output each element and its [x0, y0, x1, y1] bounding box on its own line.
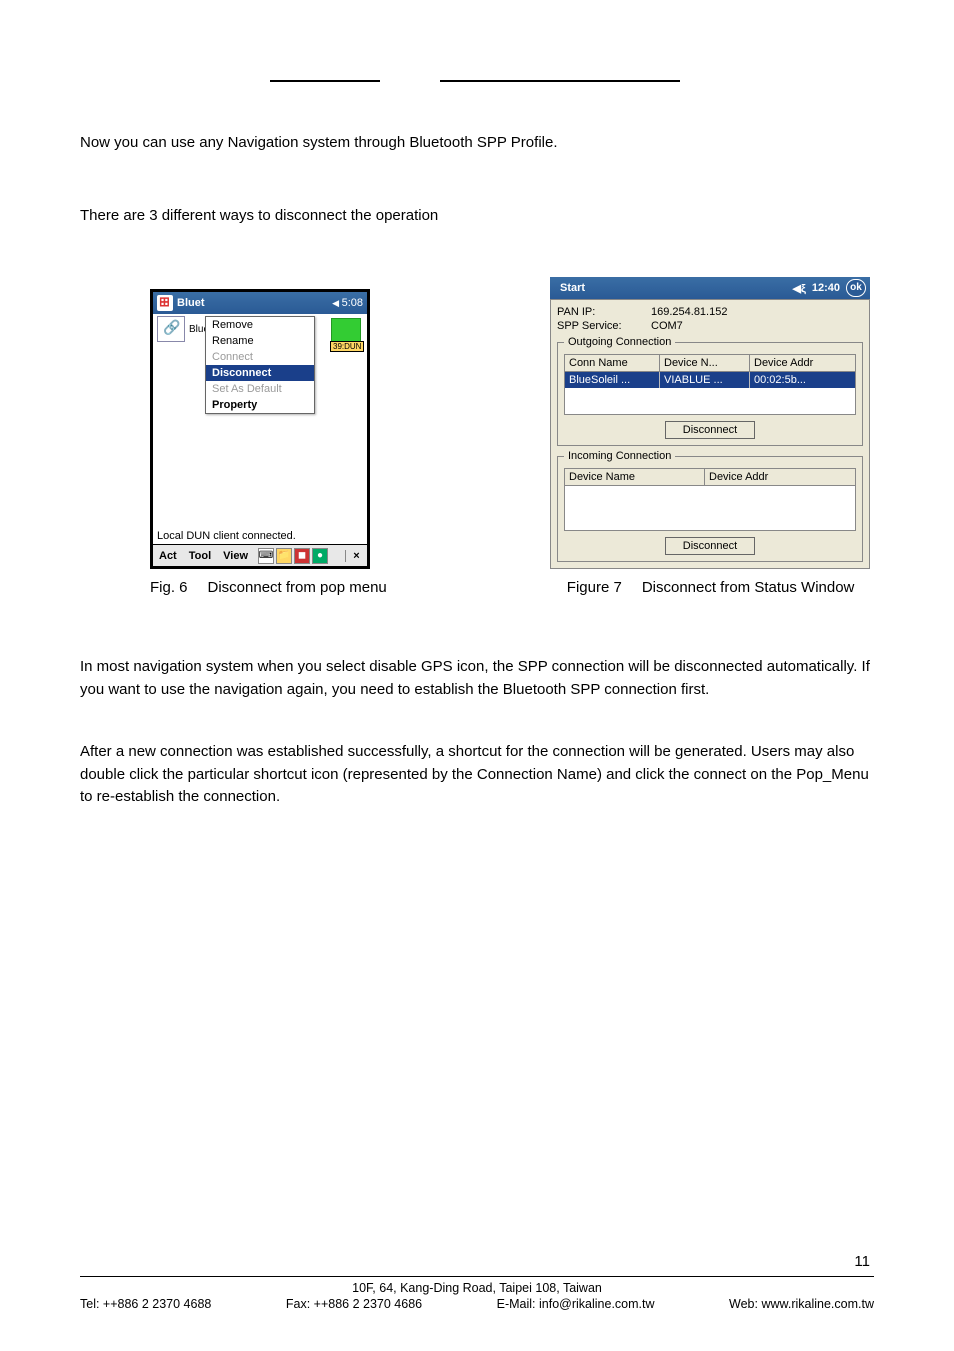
captions-row: Fig. 6 Disconnect from pop menu Figure 7…	[150, 579, 874, 596]
menu-disconnect[interactable]: Disconnect	[206, 365, 314, 381]
bottombar-fig6: Act Tool View ⌨ 📁 ◼ ● ×	[153, 544, 367, 566]
out-td-conn: BlueSoleil ...	[565, 372, 660, 388]
windows-flag-icon	[157, 295, 173, 311]
menu-property[interactable]: Property	[206, 397, 314, 413]
header-rules	[270, 80, 874, 82]
fig7-caption: Disconnect from Status Window	[642, 579, 855, 596]
status-line-fig6: Local DUN client connected.	[157, 530, 296, 542]
incoming-fieldset: Incoming Connection Device Name Device A…	[557, 450, 863, 562]
ok-button[interactable]: ok	[846, 279, 866, 297]
menu-remove[interactable]: Remove	[206, 317, 314, 333]
incoming-legend: Incoming Connection	[564, 450, 675, 462]
status-window-fig7: Start ◀ξ 12:40 ok PAN IP: 169.254.81.152…	[550, 277, 870, 569]
ppc-device-fig6: Bluet 5:08 BlueSoleil 39:DUN Remove	[150, 289, 370, 569]
menu-view[interactable]: View	[217, 550, 254, 562]
rule-short	[270, 80, 380, 82]
pan-ip-value: 169.254.81.152	[651, 306, 727, 318]
incoming-tbody-empty	[565, 486, 855, 530]
rule-long	[440, 80, 680, 82]
menu-rename[interactable]: Rename	[206, 333, 314, 349]
figures-row: Bluet 5:08 BlueSoleil 39:DUN Remove	[150, 277, 874, 569]
incoming-table: Device Name Device Addr	[564, 468, 856, 531]
bluesoleil-shortcut-icon[interactable]	[157, 316, 185, 342]
paragraph-3: In most navigation system when you selec…	[80, 656, 874, 701]
dun-service-label: 39:DUN	[330, 341, 364, 352]
tray-icon-3[interactable]: ◼	[294, 548, 310, 564]
menu-tool[interactable]: Tool	[183, 550, 217, 562]
context-menu: Remove Rename Connect Disconnect Set As …	[205, 316, 315, 414]
paragraph-2: There are 3 different ways to disconnect…	[80, 205, 874, 228]
out-td-devaddr: 00:02:5b...	[750, 372, 850, 388]
page-number: 11	[80, 1253, 874, 1270]
tray-icons: ⌨ 📁 ◼ ●	[258, 548, 328, 564]
footer-email: E-Mail: info@rikaline.com.tw	[497, 1297, 655, 1311]
menu-connect: Connect	[206, 349, 314, 365]
pan-ip-row: PAN IP: 169.254.81.152	[557, 306, 863, 318]
titlebar-fig6: Bluet 5:08	[153, 292, 367, 314]
title-fig7: Start	[560, 282, 787, 294]
pan-ip-label: PAN IP:	[557, 306, 631, 318]
outgoing-row-1[interactable]: BlueSoleil ... VIABLUE ... 00:02:5b...	[565, 372, 855, 388]
footer-fax: Fax: ++886 2 2370 4686	[286, 1297, 422, 1311]
paragraph-1: Now you can use any Navigation system th…	[80, 132, 874, 155]
out-td-devname: VIABLUE ...	[660, 372, 750, 388]
outgoing-header-row: Conn Name Device N... Device Addr	[565, 355, 855, 372]
tray-icon-4[interactable]: ●	[312, 548, 328, 564]
footer-contact-row: Tel: ++886 2 2370 4688 Fax: ++886 2 2370…	[80, 1297, 874, 1311]
figure-6: Bluet 5:08 BlueSoleil 39:DUN Remove	[150, 289, 370, 569]
fig7-number: Figure 7	[567, 579, 622, 596]
tray-icon-1[interactable]: ⌨	[258, 548, 274, 564]
menu-act[interactable]: Act	[153, 550, 183, 562]
fig6-caption: Disconnect from pop menu	[208, 579, 387, 596]
footer-address: 10F, 64, Kang-Ding Road, Taipei 108, Tai…	[80, 1281, 874, 1295]
spp-row: SPP Service: COM7	[557, 320, 863, 332]
outgoing-disconnect-button[interactable]: Disconnect	[665, 421, 755, 439]
spp-label: SPP Service:	[557, 320, 631, 332]
panel-fig7: PAN IP: 169.254.81.152 SPP Service: COM7…	[550, 299, 870, 569]
spp-value: COM7	[651, 320, 683, 332]
outgoing-table: Conn Name Device N... Device Addr BlueSo…	[564, 354, 856, 415]
out-th-devaddr[interactable]: Device Addr	[750, 355, 850, 371]
menu-set-default: Set As Default	[206, 381, 314, 397]
out-th-conn[interactable]: Conn Name	[565, 355, 660, 371]
footer-tel: Tel: ++886 2 2370 4688	[80, 1297, 211, 1311]
out-th-devname[interactable]: Device N...	[660, 355, 750, 371]
outgoing-fieldset: Outgoing Connection Conn Name Device N..…	[557, 336, 863, 446]
titlebar-fig7: Start ◀ξ 12:40 ok	[550, 277, 870, 299]
paragraph-4: After a new connection was established s…	[80, 741, 874, 809]
footer-web: Web: www.rikaline.com.tw	[729, 1297, 874, 1311]
clock-fig7: 12:40	[812, 282, 840, 294]
footer-rule	[80, 1276, 874, 1277]
speaker-icon: ◀ξ	[793, 282, 806, 295]
dun-service-icon[interactable]: 39:DUN	[331, 318, 361, 350]
in-th-devname[interactable]: Device Name	[565, 469, 705, 485]
app-title-fig6: Bluet	[177, 297, 328, 309]
tray-icon-2[interactable]: 📁	[276, 548, 292, 564]
page-footer: 11 10F, 64, Kang-Ding Road, Taipei 108, …	[80, 1253, 874, 1311]
close-button-fig6[interactable]: ×	[345, 550, 367, 562]
in-th-devaddr[interactable]: Device Addr	[705, 469, 850, 485]
content-fig6: BlueSoleil 39:DUN Remove Rename Connect …	[153, 314, 367, 544]
outgoing-legend: Outgoing Connection	[564, 336, 675, 348]
figure-7: Start ◀ξ 12:40 ok PAN IP: 169.254.81.152…	[550, 277, 870, 569]
caption-fig7: Figure 7 Disconnect from Status Window	[567, 579, 855, 596]
incoming-disconnect-button[interactable]: Disconnect	[665, 537, 755, 555]
caption-fig6: Fig. 6 Disconnect from pop menu	[150, 579, 387, 596]
incoming-header-row: Device Name Device Addr	[565, 469, 855, 486]
fig6-number: Fig. 6	[150, 579, 188, 596]
clock-fig6: 5:08	[332, 297, 363, 309]
